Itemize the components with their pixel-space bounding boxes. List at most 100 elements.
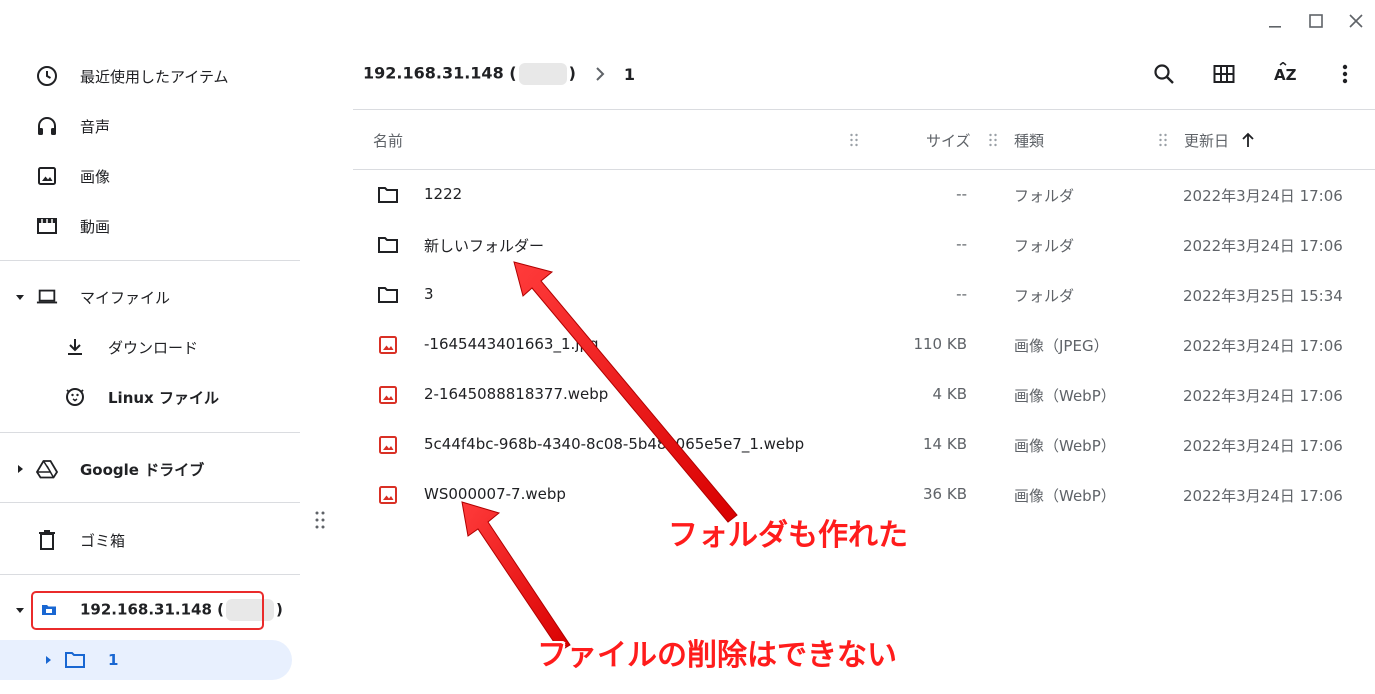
- splitter-handle[interactable]: [313, 510, 327, 530]
- drive-icon: [36, 458, 58, 480]
- column-resize-handle[interactable]: [849, 132, 859, 148]
- sidebar-item-my-files[interactable]: マイファイル: [0, 277, 300, 317]
- minimize-icon: [1269, 26, 1281, 28]
- file-name: WS000007-7.webp: [424, 485, 566, 503]
- caret-right-icon[interactable]: [42, 654, 54, 666]
- file-name: -1645443401663_1.jpg: [424, 335, 599, 353]
- file-size: 110 KB: [913, 335, 967, 353]
- table-row[interactable]: 5c44f4bc-968b-4340-8c08-5b48a065e5e7_1.w…: [353, 420, 1375, 470]
- annotation-folder-created: フォルダも作れた: [668, 518, 908, 553]
- video-icon: [36, 215, 58, 237]
- breadcrumb-root[interactable]: 192.168.31.148 (): [363, 63, 576, 85]
- file-type: フォルダ: [1014, 287, 1075, 305]
- arrow-up-icon: [1242, 132, 1254, 147]
- folder-icon: [377, 234, 399, 256]
- file-type: 画像（WebP）: [1014, 487, 1116, 505]
- sidebar-item-google-drive[interactable]: Google ドライブ: [0, 449, 300, 489]
- image-file-icon: [377, 434, 399, 456]
- folder-icon: [377, 184, 399, 206]
- maximize-button[interactable]: [1305, 10, 1327, 32]
- sidebar-item-label: 音声: [80, 117, 111, 136]
- header-divider: [353, 109, 1375, 110]
- image-icon: [36, 165, 58, 187]
- grid-view-icon: [1213, 65, 1235, 83]
- grid-view-button[interactable]: [1208, 58, 1240, 90]
- caret-right-icon[interactable]: [14, 463, 26, 475]
- column-header-type[interactable]: 種類: [1014, 128, 1044, 152]
- column-header-name[interactable]: 名前: [373, 128, 403, 152]
- file-date: 2022年3月24日 17:06: [1183, 337, 1343, 355]
- file-type: フォルダ: [1014, 187, 1075, 205]
- column-header-size[interactable]: サイズ: [926, 128, 971, 152]
- sidebar-item-label: Google ドライブ: [80, 460, 205, 479]
- file-name: 3: [424, 285, 434, 303]
- penguin-icon: [64, 386, 86, 408]
- sidebar-item-audio[interactable]: 音声: [0, 106, 300, 146]
- file-date: 2022年3月25日 15:34: [1183, 287, 1343, 305]
- file-type: 画像（JPEG）: [1014, 337, 1109, 355]
- maximize-icon: [1309, 14, 1323, 28]
- trash-icon: [36, 529, 58, 551]
- file-size: --: [956, 235, 967, 253]
- caret-down-icon[interactable]: [14, 604, 26, 616]
- file-size: 36 KB: [923, 485, 967, 503]
- file-date: 2022年3月24日 17:06: [1183, 387, 1343, 405]
- breadcrumb-root-suffix: ): [568, 63, 576, 83]
- file-type: 画像（WebP）: [1014, 387, 1116, 405]
- column-header-modified-label: 更新日: [1184, 131, 1230, 150]
- file-type: フォルダ: [1014, 237, 1075, 255]
- search-button[interactable]: [1148, 58, 1180, 90]
- file-date: 2022年3月24日 17:06: [1183, 237, 1343, 255]
- sidebar-item-label: 1: [108, 651, 119, 669]
- annotation-cannot-delete: ファイルの削除はできない: [537, 638, 897, 673]
- close-icon: [1349, 14, 1363, 28]
- sidebar-item-downloads[interactable]: ダウンロード: [0, 327, 300, 367]
- arrow-to-file: [461, 501, 571, 652]
- red-highlight-box: [31, 591, 264, 630]
- folder-icon: [64, 649, 86, 671]
- sort-button[interactable]: AZ: [1269, 58, 1301, 90]
- sidebar-divider: [0, 502, 300, 503]
- sidebar-item-label: Linux ファイル: [108, 388, 219, 407]
- sidebar-divider: [0, 432, 300, 433]
- table-row[interactable]: -1645443401663_1.jpg 110 KB 画像（JPEG） 202…: [353, 320, 1375, 370]
- file-date: 2022年3月24日 17:06: [1183, 487, 1343, 505]
- file-size: --: [956, 285, 967, 303]
- file-date: 2022年3月24日 17:06: [1183, 187, 1343, 205]
- file-size: 4 KB: [932, 385, 967, 403]
- table-row[interactable]: 3 -- フォルダ 2022年3月25日 15:34: [353, 270, 1375, 320]
- table-row[interactable]: 新しいフォルダー -- フォルダ 2022年3月24日 17:06: [353, 220, 1375, 270]
- file-type: 画像（WebP）: [1014, 437, 1116, 455]
- redacted-blur: [518, 63, 567, 85]
- sidebar-item-videos[interactable]: 動画: [0, 206, 300, 246]
- close-button[interactable]: [1345, 10, 1367, 32]
- sidebar-item-folder-1[interactable]: 1: [0, 640, 292, 680]
- more-options-button[interactable]: [1329, 58, 1361, 90]
- sidebar-item-recent[interactable]: 最近使用したアイテム: [0, 56, 300, 96]
- column-resize-handle[interactable]: [1158, 132, 1168, 148]
- caret-down-icon[interactable]: [14, 291, 26, 303]
- minimize-button[interactable]: [1264, 10, 1286, 32]
- file-size: --: [956, 185, 967, 203]
- sidebar-item-linux-files[interactable]: Linux ファイル: [0, 377, 300, 417]
- sidebar-item-label: マイファイル: [80, 288, 171, 307]
- sidebar-item-label: 動画: [80, 217, 111, 236]
- sidebar-item-trash[interactable]: ゴミ箱: [0, 520, 300, 560]
- breadcrumb-root-prefix: 192.168.31.148 (: [363, 63, 517, 83]
- folder-icon: [377, 284, 399, 306]
- image-file-icon: [377, 384, 399, 406]
- search-icon: [1154, 64, 1174, 84]
- file-date: 2022年3月24日 17:06: [1183, 437, 1343, 455]
- drag-handle-icon: [315, 511, 325, 529]
- sidebar-item-images[interactable]: 画像: [0, 156, 300, 196]
- column-header-modified[interactable]: 更新日: [1184, 128, 1255, 152]
- breadcrumb-current[interactable]: 1: [624, 65, 635, 84]
- svg-text:AZ: AZ: [1274, 66, 1297, 84]
- sidebar-item-label: ダウンロード: [108, 338, 199, 357]
- table-row[interactable]: 2-1645088818377.webp 4 KB 画像（WebP） 2022年…: [353, 370, 1375, 420]
- table-row[interactable]: 1222 -- フォルダ 2022年3月24日 17:06: [353, 170, 1375, 220]
- chevron-right-icon: [592, 66, 608, 82]
- column-resize-handle[interactable]: [988, 132, 998, 148]
- sidebar-item-label: 画像: [80, 167, 111, 186]
- image-file-icon: [377, 334, 399, 356]
